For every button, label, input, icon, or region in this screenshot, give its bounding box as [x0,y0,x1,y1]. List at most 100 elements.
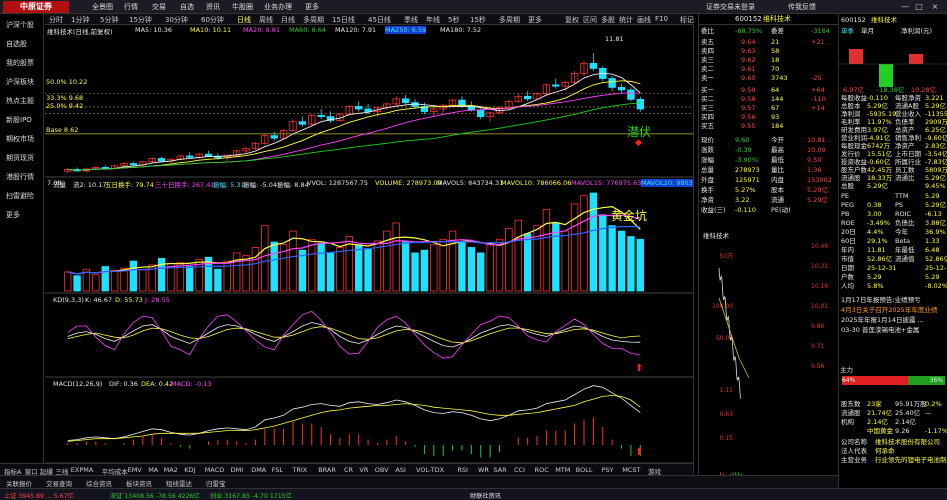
indicator-tab-28[interactable]: PSY [602,466,614,474]
period-tab-4[interactable]: 30分钟 [165,15,188,25]
bottom-tab-3[interactable]: 板块资讯 [126,478,152,488]
toolbar-right-2[interactable]: 多股 [601,15,615,25]
period-tab-12[interactable]: 季线 [404,15,418,25]
period-tab-8[interactable]: 月线 [281,15,295,25]
sidebar-item-my-stocks[interactable]: 我的股票 [0,54,44,73]
chart-svg[interactable]: ◆⬆⬆ [45,25,693,475]
sidebar-item-ipo[interactable]: 新股IPO [0,111,44,130]
stat-value: 5.29亿 [807,196,828,204]
indicator-tab-9[interactable]: KDJ [184,466,195,474]
toolbar-right-1[interactable]: 区间 [583,15,597,25]
period-tab-5[interactable]: 60分钟 [201,15,224,25]
menu-watchlist[interactable]: 自选 [180,2,194,12]
weicha-value: -3164 [811,27,830,35]
menu-news[interactable]: 资讯 [206,2,220,12]
period-tab-3[interactable]: 15分钟 [129,15,152,25]
indicator-tab-14[interactable]: TRIX [292,466,307,474]
sidebar-item-options[interactable]: 期权市场 [0,130,44,149]
period-tab-0[interactable]: 分时 [49,15,63,25]
close-icon[interactable]: × [930,2,940,12]
rp-tab-month[interactable]: 单月 [861,27,874,36]
sidebar-item-hot-topics[interactable]: 热点主题 [0,92,44,111]
sidebar-item-more[interactable]: 更多 [0,206,44,225]
indicator-tab-19[interactable]: ASI [395,466,406,474]
maximize-icon[interactable]: □ [914,2,924,12]
period-tab-16[interactable]: 多周期 [499,15,520,25]
news-item[interactable]: 4月3日关于召开2025年年度业绩 [841,306,946,315]
indicator-tab-25[interactable]: ROC [535,466,549,474]
indicator-tab-29[interactable]: MCST [622,466,640,474]
period-tab-10[interactable]: 15日线 [332,15,355,25]
toolbar-right-3[interactable]: 统计 [619,15,633,25]
indicator-tab-20[interactable]: VOL-TDX [416,466,444,474]
indicator-tab-23[interactable]: SAR [493,466,506,474]
menu-quotes[interactable]: 行情 [124,2,138,12]
ask-row-cell: 18 [771,56,780,64]
sidebar-item-a-shares[interactable]: 沪深个股 [0,16,44,35]
menu-business[interactable]: 业务办理 [264,2,292,12]
pe-row: PEG 0.38 PS 5.29亿 [841,201,946,210]
news-item[interactable]: 1月17日年报预告:业绩预亏 [841,296,946,305]
toolbar-right-0[interactable]: 复权 [565,15,579,25]
indicator-tab-27[interactable]: BOLL [576,466,593,474]
indicator-tab-7[interactable]: MA [148,466,158,474]
bottom-tab-0[interactable]: 关联报价 [6,478,32,488]
toolbar-right-5[interactable]: F10 [655,15,668,23]
indicator-tab-17[interactable]: VR [359,466,368,474]
period-tab-1[interactable]: 1分钟 [71,15,89,25]
indicator-tab-15[interactable]: BRAR [318,466,336,474]
login-status[interactable]: 证券交易未登录 [706,2,755,12]
sidebar-item-futures[interactable]: 期货现货 [0,149,44,168]
period-tab-9[interactable]: 多周期 [303,15,324,25]
intraday-panel[interactable]: 维科技术 10.46 10.31 10.16 10.01 9.86 9.71 9.56 [698,228,838,490]
stat-value: 10.81 [807,136,826,144]
bottom-tab-4[interactable]: 短线雷达 [166,478,192,488]
period-tab-13[interactable]: 年线 [426,15,440,25]
chart-area[interactable]: 维科技术(日线,前复权) MA5: 10.36 MA10: 10.11 MA20… [45,25,693,475]
indicator-tab-24[interactable]: CCI [514,466,525,474]
period-tab-11[interactable]: 45日线 [368,15,391,25]
rp-tab-quarter[interactable]: 单季 [841,27,854,36]
volume-bar [458,241,466,292]
rp-tab-profit[interactable]: 净利润(元) [901,27,932,36]
menu-more[interactable]: 更多 [305,2,319,12]
menu-trade[interactable]: 交易 [152,2,166,12]
indicator-tab-16[interactable]: CR [344,466,353,474]
toolbar-right-4[interactable]: 画线 [637,15,651,25]
period-tab-7[interactable]: 周线 [259,15,273,25]
sidebar-item-risk[interactable]: 扫雷避险 [0,187,44,206]
period-tab-6[interactable]: 日线 [237,15,251,25]
menu-panorama[interactable]: 全景图 [92,2,113,12]
indicator-tab-12[interactable]: DMA [251,466,266,474]
indicator-tab-11[interactable]: DMI [231,466,244,474]
indicator-tab-6[interactable]: EMV [128,466,142,474]
volume-bar [261,225,269,292]
indicator-tab-18[interactable]: OBV [375,466,389,474]
bottom-tab-5[interactable]: 归雷宝 [206,478,226,488]
indicator-tab-21[interactable]: RSI [457,466,468,474]
minimize-icon[interactable]: — [900,2,910,12]
indicator-tab-13[interactable]: FSL [272,466,283,474]
period-tab-17[interactable]: 更多 [528,15,542,25]
indicator-tab-8[interactable]: MA2 [164,466,178,474]
news-item[interactable]: 03-30 普莲滦锡电池+金属 [841,326,946,335]
indicator-tab-22[interactable]: WR [478,466,489,474]
indicator-tab-10[interactable]: MACD [205,466,224,474]
pe-row-value: -3.49% [867,219,890,227]
indicator-tab-4[interactable]: EXPMA [71,466,94,474]
bottom-tab-1[interactable]: 交易查询 [46,478,72,488]
news-item[interactable]: 2025年年报1月14日披露 ... [841,316,946,325]
period-tab-15[interactable]: 15秒 [470,15,486,25]
menu-circle[interactable]: 牛股圈 [232,2,253,12]
sidebar-item-hk[interactable]: 港股行情 [0,168,44,187]
volume-bar [186,266,194,292]
sidebar-item-watchlist[interactable]: 自选股 [0,35,44,54]
sidebar-item-sectors[interactable]: 沪深板块 [0,73,44,92]
period-tab-14[interactable]: 5秒 [448,15,459,25]
bottom-tab-2[interactable]: 综合资讯 [86,478,112,488]
period-tab-2[interactable]: 5分钟 [100,15,118,25]
toolbar-right-6[interactable]: 标记 [680,15,694,25]
ask-row-cell: +21 [811,38,825,46]
indicator-tab-26[interactable]: MTM [555,466,570,474]
feedback-link[interactable]: 传我反馈 [788,2,816,12]
